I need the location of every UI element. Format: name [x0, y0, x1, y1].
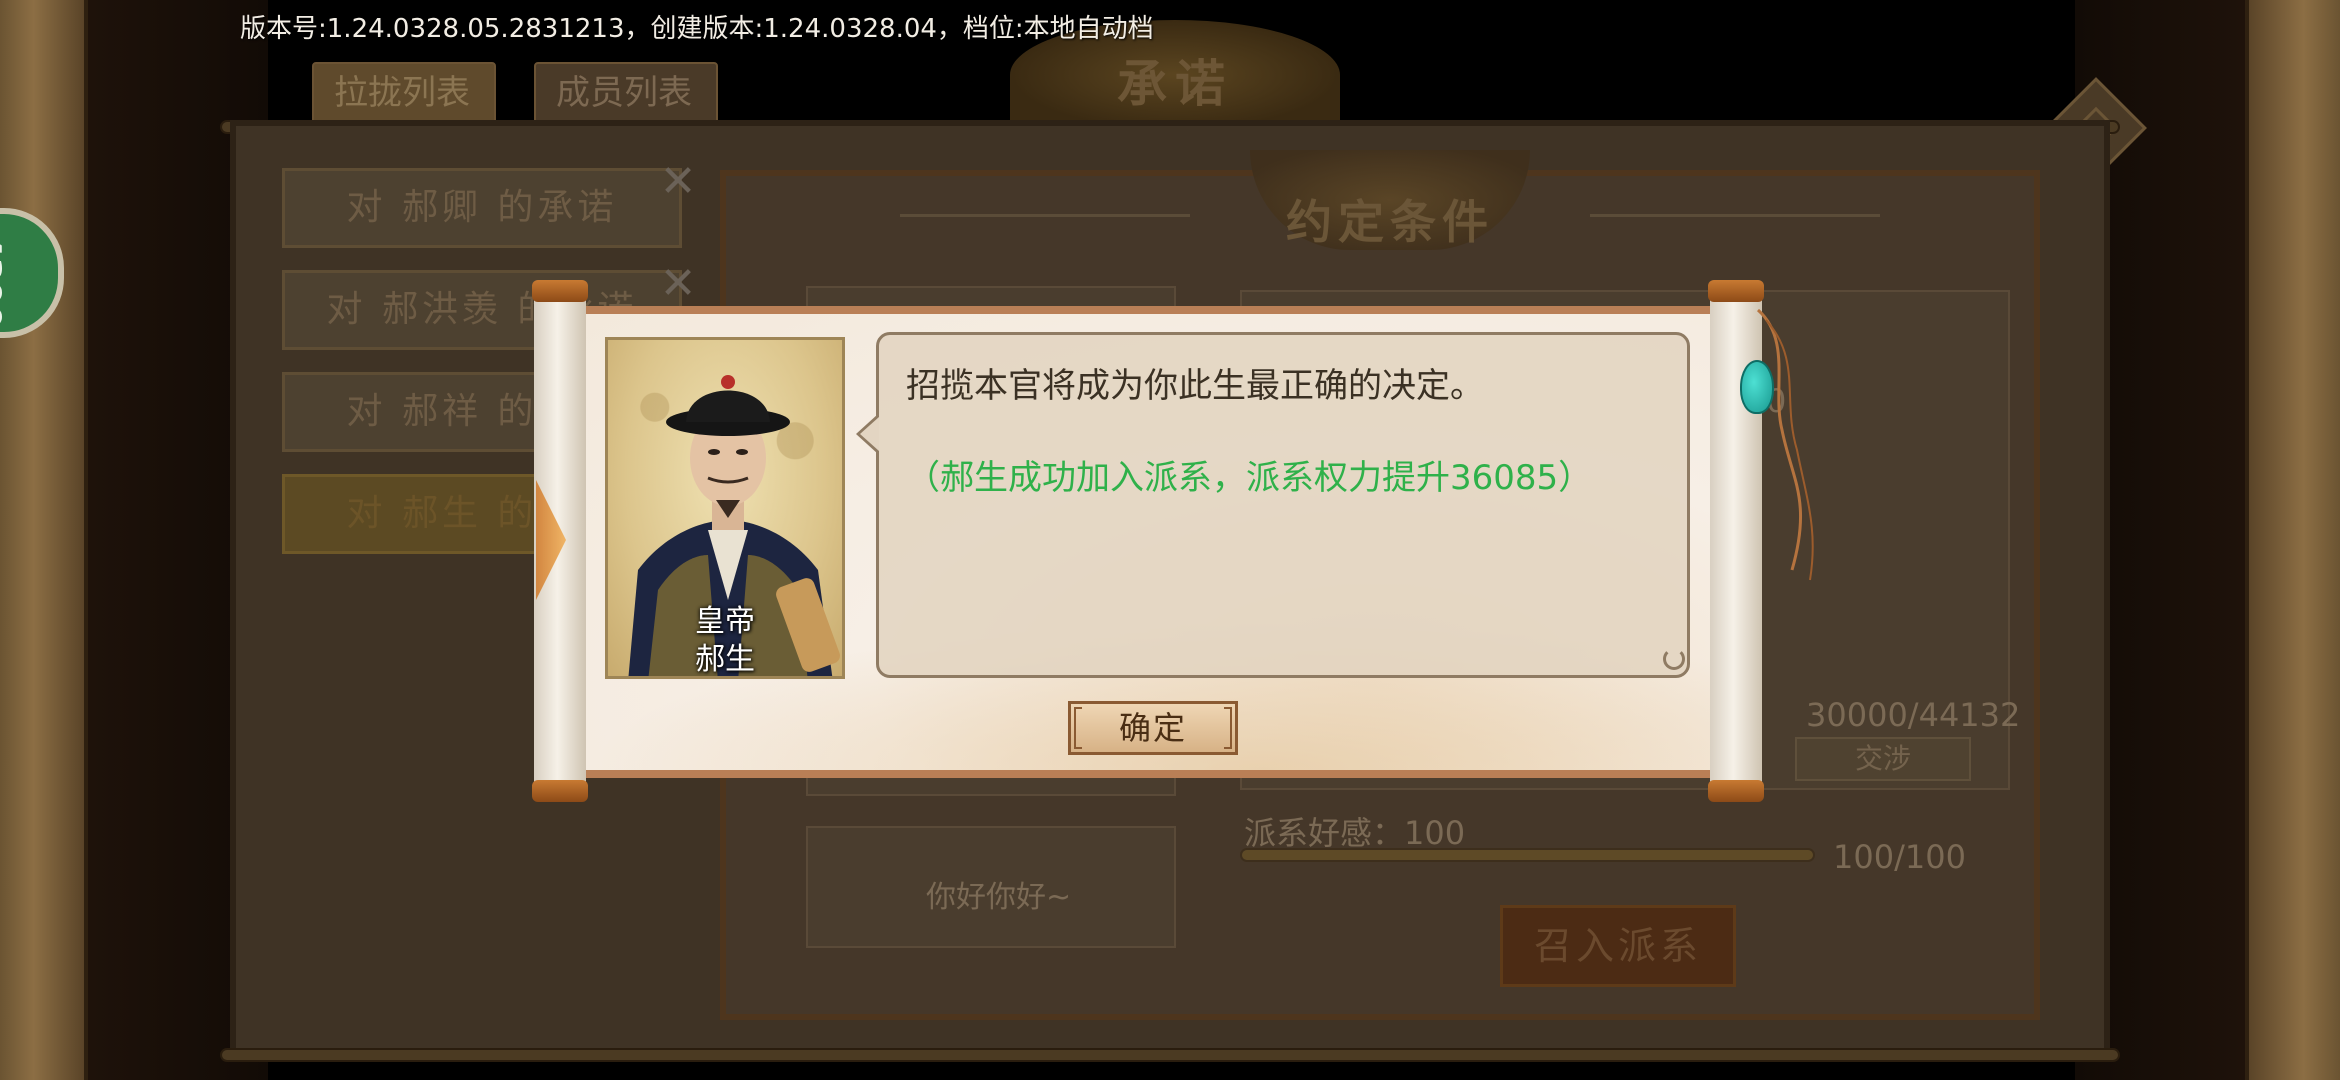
negotiate-button[interactable]: 交涉: [1795, 737, 1971, 781]
recruit-to-faction-button[interactable]: 召入派系: [1500, 905, 1736, 987]
rod-cap: [1708, 280, 1764, 302]
bottom-scroll-rail: [220, 1048, 2120, 1062]
tab-member-list[interactable]: 成员列表: [534, 62, 718, 124]
dialog-result-message: （郝生成功加入派系，派系权力提升36085）: [906, 458, 1593, 498]
jade-pendant-icon: [1740, 360, 1774, 414]
swirl-ornament-icon: [1663, 648, 1685, 670]
greeting-text: 你好你好~: [926, 880, 1072, 915]
remove-promise-icon[interactable]: ✕: [656, 262, 700, 306]
divider: [900, 214, 1190, 217]
left-frame-edge: [0, 0, 88, 1080]
speaker-name: 郝生: [695, 642, 755, 677]
promise-item[interactable]: 对 郝卿 的承诺: [282, 168, 682, 248]
favor-progress-bar: [1240, 848, 1815, 862]
speaker-portrait: 皇帝 郝生: [605, 337, 845, 679]
speech-tail: [856, 414, 879, 454]
rod-cap: [1708, 780, 1764, 802]
tab-recruit-list[interactable]: 拉拢列表: [312, 62, 496, 124]
divider: [1590, 214, 1880, 217]
rod-cap: [532, 280, 588, 302]
favor-progress-fill: [1242, 850, 1813, 860]
confirm-button[interactable]: 确定: [1068, 701, 1238, 755]
dialog-message: 招揽本官将成为你此生最正确的决定。: [906, 366, 1484, 406]
right-frame-edge: [2245, 0, 2340, 1080]
page-title: 承诺: [1117, 54, 1233, 113]
tassel-icon: [1757, 308, 1814, 581]
side-badge-value: 4390: [0, 234, 8, 329]
remove-promise-icon[interactable]: ✕: [656, 160, 700, 204]
power-value: 30000/44132: [1806, 696, 2021, 734]
rod-cap: [532, 780, 588, 802]
conditions-title: 约定条件: [1286, 195, 1494, 249]
favor-value: 100/100: [1833, 838, 1966, 876]
version-info: 版本号:1.24.0328.05.2831213，创建版本:1.24.0328.…: [240, 14, 1154, 44]
